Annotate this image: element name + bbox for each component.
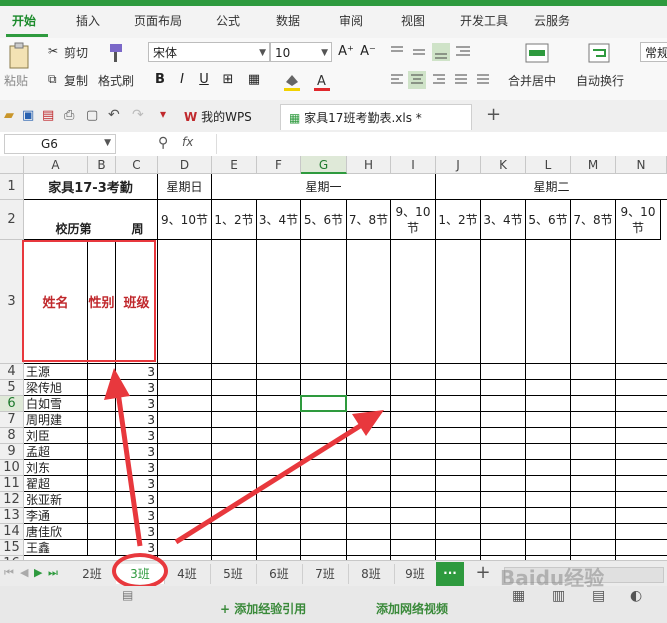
cut-button[interactable]: 剪切 xyxy=(64,44,88,61)
sheet-tab-4[interactable]: 4班 xyxy=(164,564,211,584)
paste-icon xyxy=(9,42,29,69)
sheet-file-icon: ▦ xyxy=(289,111,301,125)
sheet-tab-7[interactable]: 7班 xyxy=(302,564,349,584)
formula-input[interactable] xyxy=(216,134,667,154)
bold-button[interactable]: B xyxy=(150,70,170,90)
copy-button[interactable]: 复制 xyxy=(64,72,88,89)
indent-icon[interactable] xyxy=(454,42,474,62)
tab-document-file-label: 家具17班考勤表.xls * xyxy=(304,111,422,125)
sheet-tab-6[interactable]: 6班 xyxy=(256,564,303,584)
annotation-arrows xyxy=(104,368,384,547)
wrap-text-button[interactable]: 自动换行 xyxy=(576,72,624,89)
horizontal-align-group xyxy=(388,70,498,90)
tab-document-file[interactable]: ▦ 家具17班考勤表.xls * xyxy=(280,104,472,130)
watermark: Baidu经验 xyxy=(500,566,605,590)
fill-color-icon[interactable] xyxy=(282,72,302,92)
tab-cloud[interactable]: 云服务 xyxy=(534,12,570,29)
tab-view[interactable]: 视图 xyxy=(401,12,425,29)
tab-review[interactable]: 审阅 xyxy=(339,12,363,29)
save-icon[interactable]: ▣ xyxy=(22,108,34,123)
tab-my-wps-label: 我的WPS xyxy=(201,110,252,124)
pdf-icon[interactable]: ▤ xyxy=(42,108,54,123)
paste-button[interactable] xyxy=(6,42,32,70)
customize-toolbar-icon[interactable]: ▾ xyxy=(160,107,166,121)
border-icon[interactable]: ⊞ xyxy=(218,70,238,90)
zoom-formula-icon[interactable]: ⚲ xyxy=(158,135,168,151)
document-tab-bar: ▰ ▣ ▤ ⎙ ▢ ↶ ↷ ▾ W 我的WPS ▦ 家具17班考勤表.xls *… xyxy=(0,100,667,133)
tab-my-wps[interactable]: W 我的WPS xyxy=(176,104,260,130)
font-size-select[interactable]: 10 ▼ xyxy=(270,42,332,62)
chevron-down-icon: ▼ xyxy=(321,48,328,58)
sheet-tab-9[interactable]: 9班 xyxy=(394,564,437,584)
tab-insert[interactable]: 插入 xyxy=(76,12,100,29)
add-sheet-button[interactable]: + xyxy=(472,562,494,586)
formula-bar: G6 ▼ ⚲ fx xyxy=(0,132,667,157)
spreadsheet-grid: A B C D E F G H I J K L M N 1 2 3 4 5 6 … xyxy=(0,156,667,560)
tab-page-layout[interactable]: 页面布局 xyxy=(134,12,182,29)
italic-button[interactable]: I xyxy=(172,70,192,90)
svg-text:A: A xyxy=(317,74,326,89)
new-tab-button[interactable]: + xyxy=(486,104,501,125)
sheet-tab-8[interactable]: 8班 xyxy=(348,564,395,584)
more-sheets-button[interactable]: ··· xyxy=(436,562,464,586)
prev-sheet-icon[interactable]: ◀ xyxy=(20,566,28,579)
cell-style-icon[interactable]: ▦ xyxy=(244,70,264,90)
tab-developer[interactable]: 开发工具 xyxy=(460,12,508,29)
undo-icon[interactable]: ↶ xyxy=(108,107,120,123)
annotation-circle xyxy=(112,553,168,589)
tab-formula[interactable]: 公式 xyxy=(216,12,240,29)
number-format-value: 常规 xyxy=(645,46,667,60)
format-painter-button[interactable]: 格式刷 xyxy=(98,72,134,89)
merge-center-icon[interactable] xyxy=(524,42,550,66)
add-video-link[interactable]: 添加网络视频 xyxy=(376,600,448,617)
format-painter-icon[interactable] xyxy=(104,42,126,64)
folder-icon[interactable]: ▰ xyxy=(4,108,14,123)
preview-icon[interactable]: ▢ xyxy=(86,108,98,123)
insert-function-button[interactable]: fx xyxy=(182,135,193,149)
reading-mode-icon[interactable]: ◐ xyxy=(630,588,642,604)
next-sheet-icon[interactable]: ▶ xyxy=(34,566,42,579)
font-grow-button[interactable]: A⁺ xyxy=(336,42,356,62)
first-sheet-icon[interactable]: ⏮ xyxy=(4,566,14,580)
sheet-tab-2[interactable]: 2班 xyxy=(68,564,117,584)
font-size-value: 10 xyxy=(275,46,291,60)
font-shrink-button[interactable]: A⁻ xyxy=(358,42,378,62)
print-icon[interactable]: ⎙ xyxy=(64,108,74,123)
cut-icon[interactable]: ✂ xyxy=(48,44,58,58)
tab-data[interactable]: 数据 xyxy=(276,12,300,29)
add-experience-link[interactable]: + 添加经验引用 xyxy=(220,600,306,617)
wps-logo-icon: W xyxy=(184,110,198,124)
redo-icon[interactable]: ↷ xyxy=(132,107,144,123)
wrap-text-icon[interactable] xyxy=(586,42,612,66)
font-name-value: 宋体 xyxy=(153,46,178,60)
chevron-down-icon: ▼ xyxy=(104,138,111,148)
underline-button[interactable]: U xyxy=(194,70,214,90)
sheet-tab-5[interactable]: 5班 xyxy=(210,564,257,584)
bottom-area: ▤ + 添加经验引用 添加网络视频 ▦ ▥ ▤ ◐ xyxy=(0,586,667,623)
font-name-select[interactable]: 宋体 ▼ xyxy=(148,42,270,62)
name-box-value: G6 xyxy=(41,137,58,151)
copy-icon[interactable]: ⧉ xyxy=(48,72,57,87)
active-tab-indicator xyxy=(6,34,48,37)
tab-home[interactable]: 开始 xyxy=(12,12,36,29)
paste-label[interactable]: 粘贴 xyxy=(4,72,28,89)
name-box[interactable]: G6 ▼ xyxy=(4,134,116,154)
ribbon-tab-bar: 开始 插入 页面布局 公式 数据 审阅 视图 开发工具 云服务 xyxy=(0,0,667,39)
title-strip xyxy=(0,0,667,6)
number-format-select[interactable]: 常规 xyxy=(640,42,667,62)
font-color-icon[interactable]: A xyxy=(312,72,332,92)
ribbon-toolbar: 粘贴 ✂ 剪切 ⧉ 复制 格式刷 宋体 ▼ 10 ▼ A⁺ A⁻ B I U ⊞… xyxy=(0,38,667,101)
chevron-down-icon: ▼ xyxy=(259,48,266,58)
page-icon: ▤ xyxy=(122,588,134,602)
last-sheet-icon[interactable]: ⏭ xyxy=(48,566,58,580)
merge-center-button[interactable]: 合并居中 xyxy=(508,72,556,89)
